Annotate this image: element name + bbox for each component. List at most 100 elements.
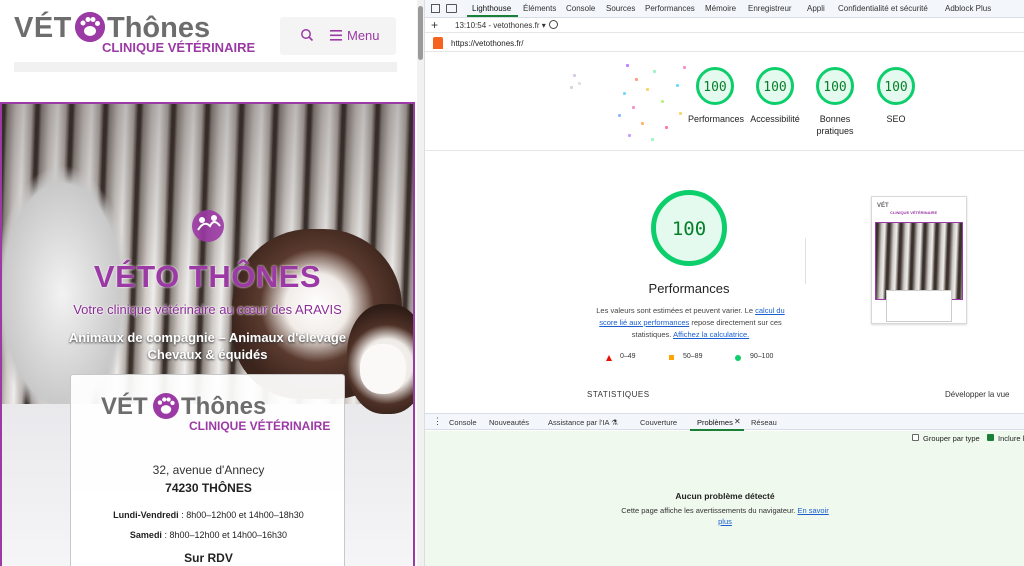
drawer-tab-issues[interactable]: Problèmes [697, 418, 733, 427]
section-divider [425, 150, 1024, 151]
page-screenshot-thumbnail[interactable]: VÉT CLINIQUE VÉTÉRINAIRE [871, 196, 967, 324]
gauge-performance[interactable]: 100 [696, 67, 734, 105]
issues-panel: Grouper par type Inclure l Aucun problèm… [425, 431, 1024, 566]
hours-saturday: Samedi : 8h00–12h00 et 14h00–16h30 [71, 530, 346, 540]
gauge-accessibility[interactable]: 100 [756, 67, 794, 105]
hours-saturday-value: : 8h00–12h00 et 14h00–16h30 [161, 530, 288, 540]
report-selector-label: 13:10:54 - vetothones.fr [455, 21, 540, 30]
active-tab-indicator [467, 15, 518, 17]
hours-weekday-value: : 8h00–12h00 et 14h00–18h30 [178, 510, 304, 520]
gauge-label-best-practices: Bonnes pratiques [816, 114, 854, 136]
appointment-note: Sur RDV [184, 551, 233, 565]
gauge-value: 100 [763, 80, 787, 95]
drawer-tab-coverage[interactable]: Couverture [640, 418, 677, 427]
tab-application[interactable]: Appli [807, 4, 825, 13]
tab-privacy-security[interactable]: Confidentialité et sécurité [838, 4, 928, 13]
inspect-icon[interactable] [431, 4, 440, 13]
devtools-tabbar: Lighthouse Éléments Console Sources Perf… [425, 0, 1024, 18]
website-scrollbar[interactable] [417, 0, 425, 566]
menu-button[interactable]: Menu [280, 17, 396, 55]
card-logo-part2: Thônes [181, 393, 267, 420]
new-report-icon[interactable]: + [431, 18, 438, 32]
performance-score: 100 [671, 218, 707, 240]
vertical-divider [805, 238, 806, 284]
expand-view-toggle[interactable]: Développer la vue [945, 390, 1009, 399]
lighthouse-icon [433, 37, 443, 49]
site-logo[interactable]: VÉT Thônes CLINIQUE VÉTÉRINAIRE [14, 12, 255, 58]
performance-title: Performances [648, 281, 730, 296]
thumbnail-logo: VÉT [877, 203, 889, 209]
group-by-type-label: Grouper par type [923, 434, 980, 443]
legend-fail: 0–49 [620, 353, 636, 360]
paw-icon [75, 12, 105, 42]
logo-text-part1: VÉT [14, 12, 72, 44]
performance-description: Les valeurs sont estimées et peuvent var… [593, 305, 788, 341]
issues-filter-bar: Grouper par type Inclure l [425, 431, 1024, 446]
hero-subtitle: Votre clinique vétérinaire au cœur des A… [73, 302, 342, 317]
calculator-link[interactable]: Affichez la calculatrice. [673, 330, 749, 339]
thumbnail-logo-subtitle: CLINIQUE VÉTÉRINAIRE [890, 210, 938, 215]
gauge-value: 100 [823, 80, 847, 95]
hamburger-icon [330, 30, 342, 41]
ai-assistance-label: Assistance par l'IA [548, 418, 610, 427]
hours-saturday-label: Samedi [129, 530, 162, 540]
tab-lighthouse[interactable]: Lighthouse [472, 4, 511, 13]
lighthouse-toolbar: + 13:10:54 - vetothones.fr ▾ [425, 18, 1024, 33]
include-label: Inclure l [998, 434, 1024, 443]
device-toolbar-icon[interactable] [446, 4, 457, 13]
hero-title: VÉTO THÔNES [93, 259, 322, 294]
tab-performance[interactable]: Performances [645, 4, 695, 13]
drawer-tab-ai-assistance[interactable]: Assistance par l'IA ⚗ [548, 418, 618, 427]
report-selector[interactable]: 13:10:54 - vetothones.fr ▾ [455, 21, 546, 30]
card-logo: VÉT Thônes CLINIQUE VÉTÉRINAIRE [101, 393, 330, 439]
more-tools-icon[interactable]: ⋮ [433, 416, 442, 427]
address-line-1: 32, avenue d'Annecy [152, 463, 265, 477]
pass-circle-icon [735, 355, 741, 361]
hero-tagline-2: Chevaux & équidés [147, 347, 268, 362]
website-scrollbar-thumb[interactable] [418, 6, 423, 60]
thumbnail-hero [875, 222, 963, 300]
gauge-label-accessibility: Accessibilité [750, 114, 800, 124]
hero-tagline-1: Animaux de compagnie – Animaux d'élevage [68, 330, 347, 345]
gauge-label-seo: SEO [886, 114, 906, 124]
card-logo-subtitle: CLINIQUE VÉTÉRINAIRE [189, 419, 331, 433]
paw-icon [153, 393, 179, 419]
no-issues-text: Cette page affiche les avertissements du… [621, 506, 796, 515]
drawer-tab-console[interactable]: Console [449, 418, 477, 427]
hero-section: VÉTO THÔNES Votre clinique vétérinaire a… [0, 102, 415, 566]
tab-adblock-plus[interactable]: Adblock Plus [945, 4, 991, 13]
hours-weekday-label: Lundi-Vendredi [113, 510, 179, 520]
hours-weekday: Lundi-Vendredi : 8h00–12h00 et 14h00–18h… [71, 510, 346, 520]
tab-sources[interactable]: Sources [606, 4, 635, 13]
animals-icon [192, 210, 224, 242]
report-url-bar: https://vetothones.fr/ [425, 34, 1024, 52]
drawer-tab-network[interactable]: Réseau [751, 418, 777, 427]
include-checkbox[interactable] [987, 434, 994, 441]
drawer-tab-whats-new[interactable]: Nouveautés [489, 418, 529, 427]
gauge-value: 100 [703, 80, 727, 95]
site-header: VÉT Thônes CLINIQUE VÉTÉRINAIRE Menu [0, 0, 417, 80]
menu-label: Menu [347, 28, 380, 43]
devtools-panel: Lighthouse Éléments Console Sources Perf… [425, 0, 1024, 566]
tab-console[interactable]: Console [566, 4, 595, 13]
tab-recorder[interactable]: Enregistreur [748, 4, 792, 13]
metrics-heading: STATISTIQUES [587, 390, 650, 399]
drawer-tabbar: ⋮ Console Nouveautés Assistance par l'IA… [425, 413, 1024, 431]
gauge-value: 100 [884, 80, 908, 95]
clear-icon[interactable] [549, 20, 558, 29]
report-url[interactable]: https://vetothones.fr/ [451, 39, 523, 48]
card-logo-part1: VÉT [101, 393, 148, 420]
tab-elements[interactable]: Éléments [523, 4, 556, 13]
close-tab-icon[interactable]: ✕ [734, 417, 741, 426]
no-issues-description: Cette page affiche les avertissements du… [615, 505, 835, 527]
tab-memory[interactable]: Mémoire [705, 4, 736, 13]
legend-average: 50–89 [683, 353, 703, 360]
logo-subtitle: CLINIQUE VÉTÉRINAIRE [102, 40, 256, 55]
gauge-best-practices[interactable]: 100 [816, 67, 854, 105]
gauge-seo[interactable]: 100 [877, 67, 915, 105]
website-viewport: VÉT Thônes CLINIQUE VÉTÉRINAIRE Menu VÉT… [0, 0, 417, 566]
description-text-1: Les valeurs sont estimées et peuvent var… [596, 306, 756, 315]
group-by-type-checkbox[interactable] [912, 434, 919, 441]
performance-gauge: 100 [651, 190, 727, 266]
search-icon[interactable] [300, 28, 314, 42]
